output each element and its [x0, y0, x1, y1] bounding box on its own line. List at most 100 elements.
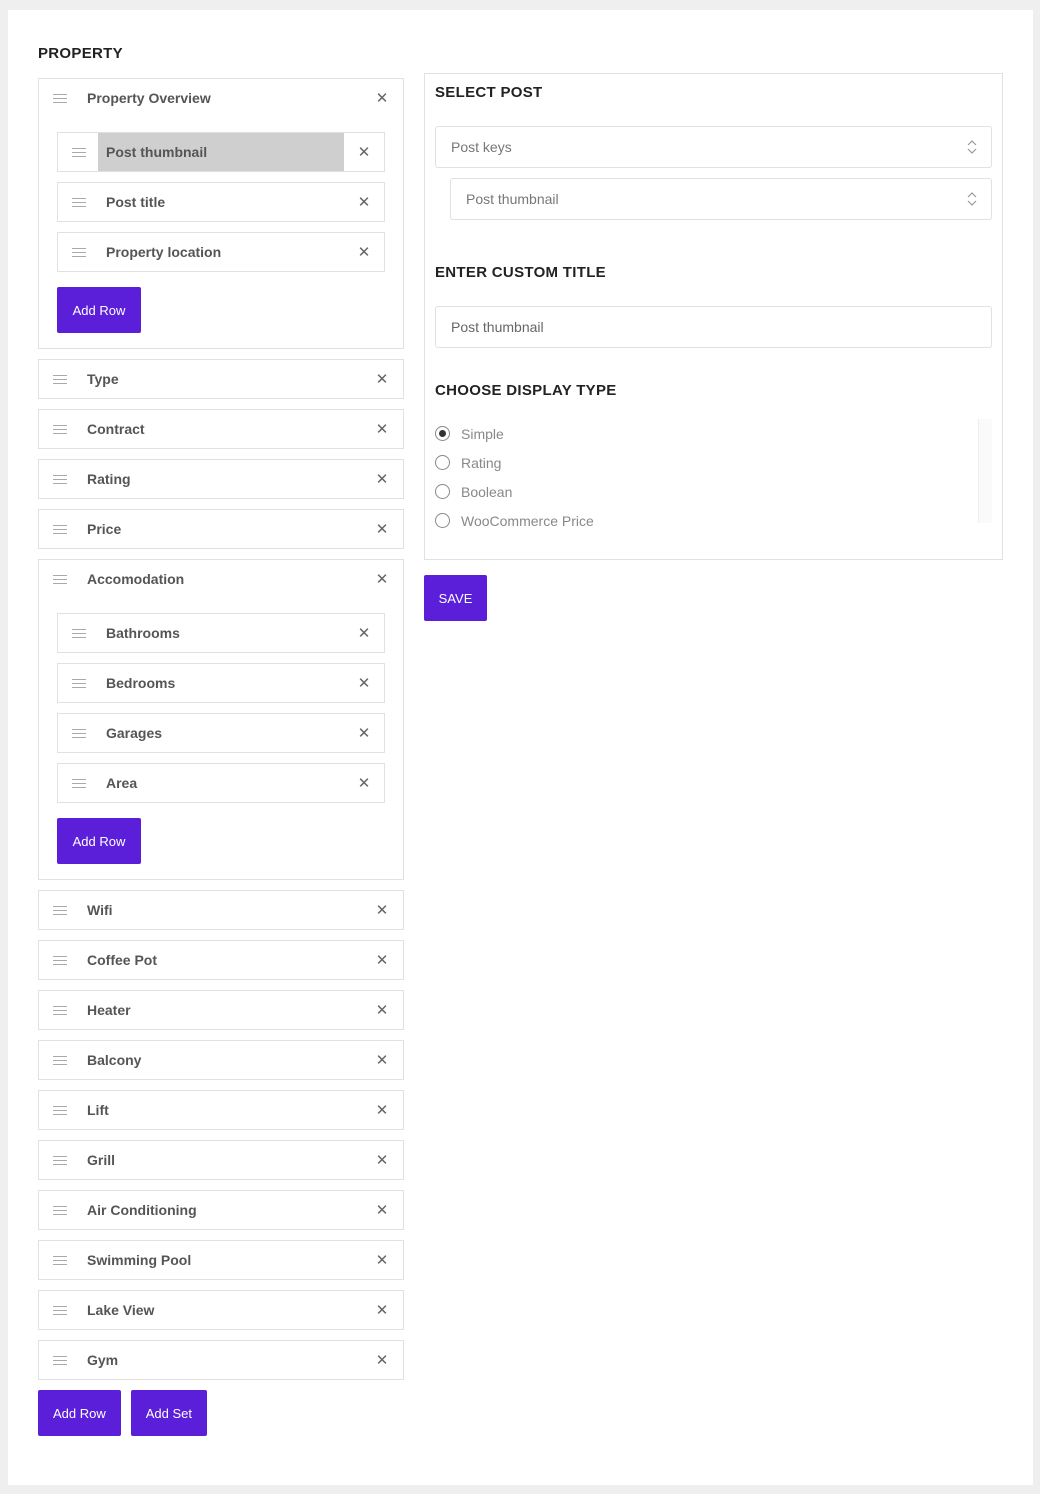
post-field-select[interactable]: Post thumbnail	[450, 178, 992, 220]
radio-list-scrollbar[interactable]	[978, 419, 992, 523]
close-icon[interactable]: ✕	[367, 370, 397, 388]
drag-handle-icon[interactable]	[53, 1305, 67, 1315]
close-icon[interactable]: ✕	[367, 420, 397, 438]
field-row[interactable]: Lake View ✕	[39, 1291, 403, 1329]
drag-handle-icon[interactable]	[72, 728, 86, 738]
close-icon[interactable]: ✕	[344, 774, 384, 792]
add-row-button[interactable]: Add Row	[57, 818, 141, 864]
sub-field-row[interactable]: Post title ✕	[57, 182, 385, 222]
display-type-option[interactable]: Boolean	[435, 477, 992, 506]
editor-panel: SELECT POST Post keys Post thumbnail ENT…	[424, 73, 1003, 560]
close-icon[interactable]: ✕	[367, 570, 397, 588]
field-row[interactable]: Heater ✕	[39, 991, 403, 1029]
radio-unchecked-icon[interactable]	[435, 484, 450, 499]
field-row[interactable]: Gym ✕	[39, 1341, 403, 1379]
drag-handle-icon[interactable]	[53, 1005, 67, 1015]
field-row[interactable]: Balcony ✕	[39, 1041, 403, 1079]
custom-title-input[interactable]: Post thumbnail	[435, 306, 992, 348]
field-row[interactable]: Wifi ✕	[39, 891, 403, 929]
close-icon[interactable]: ✕	[367, 1051, 397, 1069]
field-group: Heater ✕	[38, 990, 404, 1030]
drag-handle-icon[interactable]	[72, 247, 86, 257]
chevron-updown-icon	[967, 192, 977, 206]
close-icon[interactable]: ✕	[344, 193, 384, 211]
close-icon[interactable]: ✕	[344, 143, 384, 161]
field-row-label: Lift	[87, 1102, 109, 1118]
close-icon[interactable]: ✕	[344, 624, 384, 642]
close-icon[interactable]: ✕	[367, 1201, 397, 1219]
field-row[interactable]: Grill ✕	[39, 1141, 403, 1179]
post-keys-select-value: Post keys	[451, 139, 512, 155]
drag-handle-icon[interactable]	[53, 1205, 67, 1215]
close-icon[interactable]: ✕	[344, 674, 384, 692]
drag-handle-icon[interactable]	[53, 424, 67, 434]
post-keys-select[interactable]: Post keys	[435, 126, 992, 168]
sub-field-row[interactable]: Area ✕	[57, 763, 385, 803]
close-icon[interactable]: ✕	[367, 89, 397, 107]
field-row[interactable]: Rating ✕	[39, 460, 403, 498]
drag-handle-icon[interactable]	[53, 574, 67, 584]
sub-field-row[interactable]: Garages ✕	[57, 713, 385, 753]
drag-handle-icon[interactable]	[53, 955, 67, 965]
field-row[interactable]: Price ✕	[39, 510, 403, 548]
add-row-button[interactable]: Add Row	[57, 287, 141, 333]
sub-field-row[interactable]: Post thumbnail ✕	[57, 132, 385, 172]
field-row[interactable]: Coffee Pot ✕	[39, 941, 403, 979]
sub-field-row[interactable]: Bathrooms ✕	[57, 613, 385, 653]
field-row[interactable]: Air Conditioning ✕	[39, 1191, 403, 1229]
drag-handle-icon[interactable]	[72, 678, 86, 688]
drag-handle-icon[interactable]	[53, 1055, 67, 1065]
drag-handle-icon[interactable]	[72, 778, 86, 788]
close-icon[interactable]: ✕	[367, 901, 397, 919]
add-row-button[interactable]: Add Row	[38, 1390, 121, 1436]
field-group: Swimming Pool ✕	[38, 1240, 404, 1280]
field-row[interactable]: Type ✕	[39, 360, 403, 398]
display-type-option-label: Simple	[461, 425, 504, 442]
drag-handle-icon[interactable]	[53, 1255, 67, 1265]
save-button[interactable]: SAVE	[424, 575, 487, 621]
display-type-option[interactable]: Rating	[435, 448, 992, 477]
field-row[interactable]: Accomodation ✕	[39, 560, 403, 598]
close-icon[interactable]: ✕	[367, 520, 397, 538]
field-group: Accomodation ✕ Bathrooms ✕ Bedrooms ✕ Garages ✕…	[38, 559, 404, 880]
close-icon[interactable]: ✕	[344, 724, 384, 742]
field-row[interactable]: Lift ✕	[39, 1091, 403, 1129]
display-type-option[interactable]: WooCommerce Price	[435, 506, 992, 535]
radio-unchecked-icon[interactable]	[435, 455, 450, 470]
field-group: Lake View ✕	[38, 1290, 404, 1330]
field-row[interactable]: Swimming Pool ✕	[39, 1241, 403, 1279]
close-icon[interactable]: ✕	[344, 243, 384, 261]
drag-handle-icon[interactable]	[72, 197, 86, 207]
drag-handle-icon[interactable]	[72, 147, 86, 157]
drag-handle-icon[interactable]	[53, 524, 67, 534]
close-icon[interactable]: ✕	[367, 1151, 397, 1169]
field-row-label: Lake View	[87, 1302, 155, 1318]
drag-handle-icon[interactable]	[53, 1355, 67, 1365]
add-set-button[interactable]: Add Set	[130, 1390, 208, 1436]
drag-handle-icon[interactable]	[53, 1155, 67, 1165]
display-type-option[interactable]: Simple	[435, 419, 992, 448]
close-icon[interactable]: ✕	[367, 1251, 397, 1269]
field-row-label: Rating	[87, 471, 131, 487]
radio-checked-icon[interactable]	[435, 426, 450, 441]
radio-unchecked-icon[interactable]	[435, 513, 450, 528]
field-row[interactable]: Contract ✕	[39, 410, 403, 448]
sub-field-row[interactable]: Bedrooms ✕	[57, 663, 385, 703]
close-icon[interactable]: ✕	[367, 1101, 397, 1119]
field-row[interactable]: Property Overview ✕	[39, 79, 403, 117]
drag-handle-icon[interactable]	[53, 905, 67, 915]
drag-handle-icon[interactable]	[53, 1105, 67, 1115]
drag-handle-icon[interactable]	[53, 93, 67, 103]
page-container: PROPERTY Property Overview ✕ Post thumbnai…	[8, 10, 1033, 1485]
post-field-select-value: Post thumbnail	[466, 191, 559, 207]
close-icon[interactable]: ✕	[367, 1001, 397, 1019]
close-icon[interactable]: ✕	[367, 1351, 397, 1369]
drag-handle-icon[interactable]	[72, 628, 86, 638]
close-icon[interactable]: ✕	[367, 1301, 397, 1319]
field-row-label: Property Overview	[87, 90, 211, 106]
drag-handle-icon[interactable]	[53, 374, 67, 384]
sub-field-row[interactable]: Property location ✕	[57, 232, 385, 272]
drag-handle-icon[interactable]	[53, 474, 67, 484]
close-icon[interactable]: ✕	[367, 951, 397, 969]
close-icon[interactable]: ✕	[367, 470, 397, 488]
